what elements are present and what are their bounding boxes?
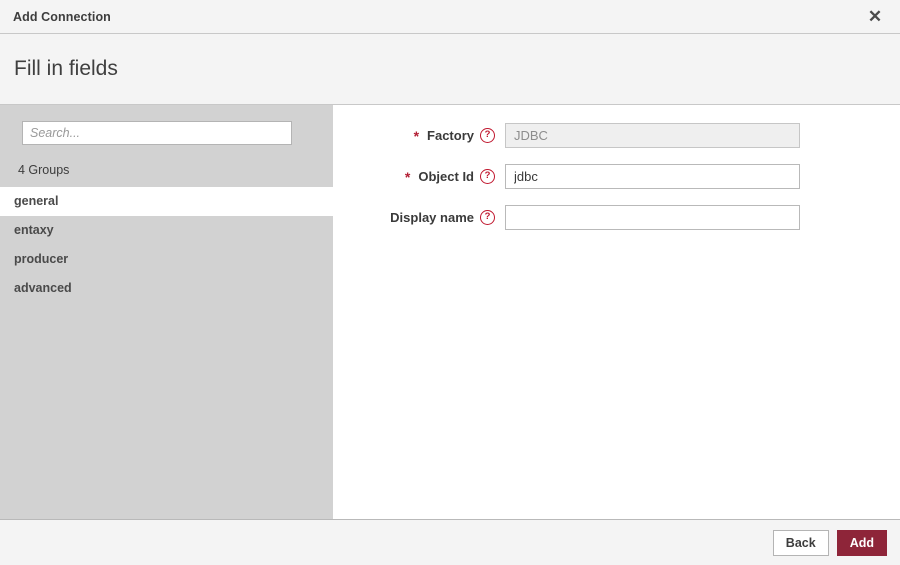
display-name-label: Display name xyxy=(390,210,474,225)
object-id-label-group: * Object Id ? xyxy=(333,169,505,185)
close-icon[interactable]: ✕ xyxy=(864,6,886,28)
back-button[interactable]: Back xyxy=(772,529,829,556)
add-button[interactable]: Add xyxy=(836,529,887,556)
groups-sidebar: 4 Groups general entaxy producer advance… xyxy=(0,105,333,519)
sidebar-item-general[interactable]: general xyxy=(0,187,333,216)
factory-label-group: * Factory ? xyxy=(333,128,505,144)
search-container xyxy=(0,105,333,145)
help-icon[interactable]: ? xyxy=(480,210,495,225)
help-icon[interactable]: ? xyxy=(480,128,495,143)
sidebar-item-advanced[interactable]: advanced xyxy=(0,274,333,303)
display-name-input[interactable] xyxy=(505,205,800,230)
form-panel: * Factory ? * Object Id ? Display name ? xyxy=(333,105,900,519)
dialog-header: Fill in fields xyxy=(0,34,900,105)
dialog-title: Add Connection xyxy=(13,9,111,24)
required-marker: * xyxy=(413,127,420,144)
help-icon[interactable]: ? xyxy=(480,169,495,184)
groups-count-label: 4 Groups xyxy=(18,163,70,177)
form-row-display-name: Display name ? xyxy=(333,205,900,230)
required-marker: * xyxy=(404,168,411,185)
form-row-factory: * Factory ? xyxy=(333,123,900,148)
add-connection-dialog: Add Connection ✕ Fill in fields 4 Groups… xyxy=(0,0,900,565)
sidebar-item-entaxy[interactable]: entaxy xyxy=(0,216,333,245)
object-id-label: Object Id xyxy=(418,169,474,184)
factory-label: Factory xyxy=(427,128,474,143)
search-input[interactable] xyxy=(22,121,292,145)
dialog-footer: Back Add xyxy=(0,519,900,565)
display-name-label-group: Display name ? xyxy=(333,210,505,225)
dialog-titlebar: Add Connection ✕ xyxy=(0,0,900,34)
object-id-input[interactable] xyxy=(505,164,800,189)
page-title: Fill in fields xyxy=(14,57,118,80)
factory-input xyxy=(505,123,800,148)
sidebar-item-producer[interactable]: producer xyxy=(0,245,333,274)
form-row-object-id: * Object Id ? xyxy=(333,164,900,189)
groups-list: general entaxy producer advanced xyxy=(0,187,333,303)
dialog-body: 4 Groups general entaxy producer advance… xyxy=(0,105,900,519)
